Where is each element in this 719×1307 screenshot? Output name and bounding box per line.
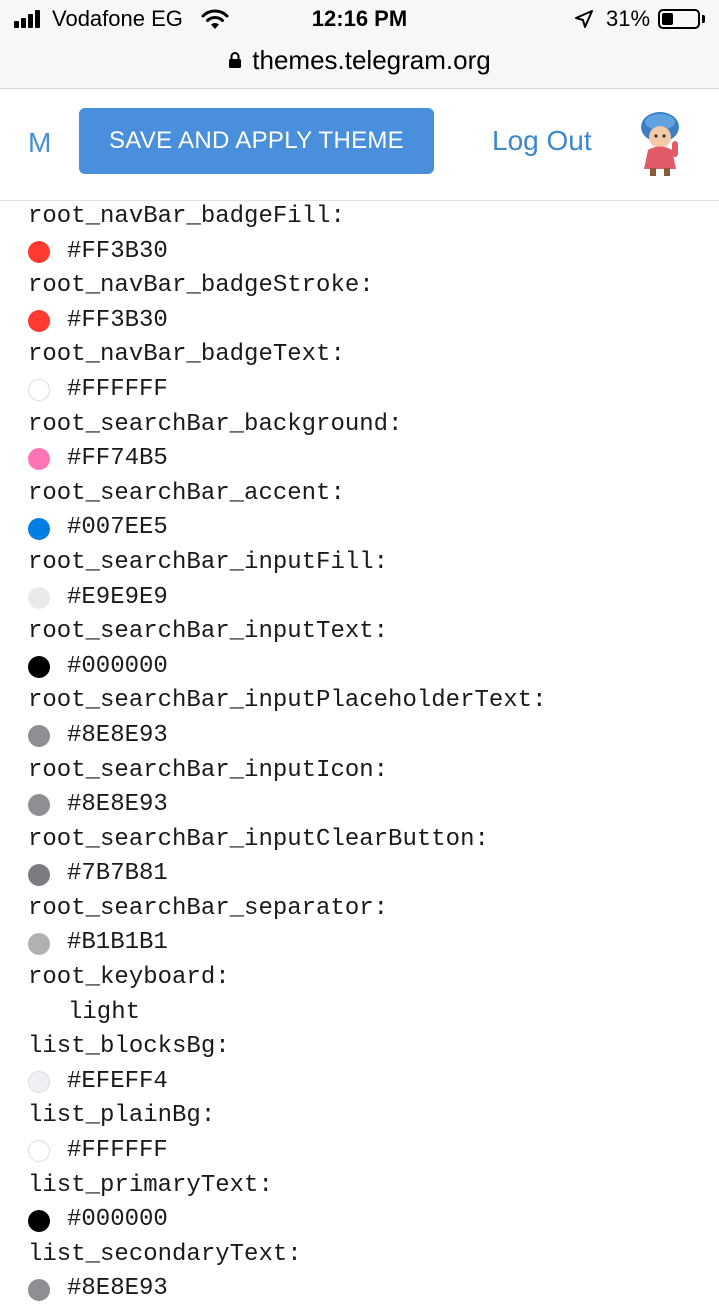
property-key: root_navBar_badgeFill: (28, 203, 345, 230)
lock-icon (229, 52, 242, 68)
property-key: list_blocksBg: (28, 1033, 230, 1061)
battery-icon (658, 9, 700, 29)
property-key: root_searchBar_background: (28, 410, 403, 438)
property-value-row: #000000 (28, 1203, 708, 1238)
color-swatch[interactable] (28, 448, 50, 471)
color-swatch[interactable] (28, 310, 50, 333)
property-key: list_secondaryText: (28, 1240, 302, 1268)
color-swatch[interactable] (28, 1278, 50, 1301)
property-value-row: #FFFFFF (28, 373, 708, 408)
logout-link[interactable]: Log Out (492, 125, 592, 157)
battery-nub (702, 15, 705, 23)
property-value: #000000 (67, 652, 168, 680)
property-value: #8E8E93 (67, 721, 168, 749)
property-key: list_primaryText: (28, 1171, 273, 1199)
property-value: #8E8E93 (67, 1275, 168, 1303)
avatar[interactable] (632, 107, 688, 177)
battery-level (662, 13, 673, 25)
property-key: root_searchBar_inputFill: (28, 548, 389, 576)
save-and-apply-theme-button[interactable]: SAVE AND APPLY THEME (79, 108, 434, 174)
property-value: #FFFFFF (67, 375, 168, 403)
property-value: #FF74B5 (67, 445, 168, 473)
property-value: light (68, 998, 141, 1026)
property-value-row: #FF3B30 (28, 304, 708, 339)
color-swatch[interactable] (28, 517, 50, 540)
theme-properties-list: root_navBar_badgeFill: #FF3B30 root_navBar… (28, 200, 708, 1307)
property-key: list_plainBg: (28, 1102, 216, 1130)
color-swatch[interactable] (28, 1209, 50, 1232)
property-value: #8E8E93 (67, 791, 168, 819)
property-value-row: #7B7B81 (28, 857, 708, 892)
color-swatch[interactable] (28, 656, 50, 679)
color-swatch[interactable] (28, 1071, 50, 1094)
url-bar[interactable]: themes.telegram.org (0, 40, 719, 80)
color-swatch[interactable] (28, 725, 50, 748)
location-icon (575, 10, 593, 28)
property-value: #000000 (67, 1206, 168, 1234)
property-key: root_searchBar_inputPlaceholderText: (28, 687, 547, 715)
property-value: #FFFFFF (67, 1137, 168, 1165)
property-value: #FF3B30 (67, 237, 168, 265)
property-key: root_navBar_badgeText: (28, 341, 345, 369)
nav-link-partial[interactable]: M (28, 127, 51, 159)
color-swatch[interactable] (28, 794, 50, 817)
property-key: root_searchBar_inputClearButton: (28, 825, 489, 853)
color-swatch[interactable] (28, 863, 50, 886)
property-value: #007EE5 (67, 514, 168, 542)
property-value: #EFEFF4 (67, 1067, 168, 1095)
property-value-row: light (28, 996, 708, 1031)
status-bar: Vodafone EG 12:16 PM 31% (0, 0, 719, 40)
property-value-row: #EFEFF4 (28, 1065, 708, 1100)
property-key: root_searchBar_separator: (28, 894, 389, 922)
property-value-row: #B1B1B1 (28, 926, 708, 961)
property-value: #7B7B81 (67, 860, 168, 888)
property-key: root_navBar_badgeStroke: (28, 272, 374, 300)
property-value-row: #007EE5 (28, 511, 708, 546)
color-swatch[interactable] (28, 1140, 50, 1163)
site-header: M SAVE AND APPLY THEME Log Out (0, 89, 719, 201)
property-value-row: #FFFFFF (28, 1134, 708, 1169)
color-swatch[interactable] (28, 379, 50, 402)
browser-chrome: Vodafone EG 12:16 PM 31% themes.telegram… (0, 0, 719, 89)
battery-percent: 31% (606, 6, 651, 31)
property-value-row: #FF3B30 (28, 235, 708, 270)
color-swatch[interactable] (28, 586, 50, 609)
property-value: #FF3B30 (67, 306, 168, 334)
property-value-row: #E9E9E9 (28, 581, 708, 616)
property-value-row: #FF74B5 (28, 442, 708, 477)
property-key: root_searchBar_inputIcon: (28, 756, 389, 784)
property-value-row: #000000 (28, 650, 708, 685)
property-value-row: #8E8E93 (28, 1272, 708, 1307)
property-value: #E9E9E9 (67, 583, 168, 611)
property-key: root_searchBar_accent: (28, 479, 345, 507)
property-key: root_searchBar_inputText: (28, 618, 389, 646)
property-value-row: #8E8E93 (28, 788, 708, 823)
property-key: root_keyboard: (28, 964, 230, 992)
color-swatch[interactable] (28, 932, 50, 955)
property-value-row: #8E8E93 (28, 719, 708, 754)
property-value: #B1B1B1 (67, 929, 168, 957)
url-text: themes.telegram.org (252, 44, 491, 75)
color-swatch[interactable] (28, 240, 50, 263)
